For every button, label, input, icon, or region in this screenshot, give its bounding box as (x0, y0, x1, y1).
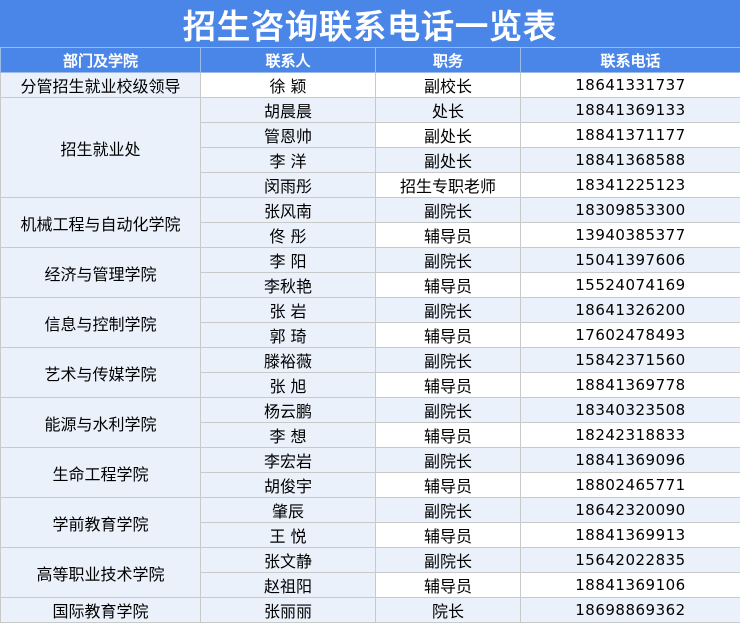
contact-table: 部门及学院 联系人 职务 联系电话 分管招生就业校级领导徐 颖副校长 186413… (0, 47, 740, 623)
table-row: 招生就业处 胡晨晨 处长 18841369133 (0, 97, 740, 198)
position-cell: 副院长 (375, 347, 521, 373)
department-cell: 高等职业技术学院 (0, 547, 201, 598)
table-row: 能源与水利学院 杨云鹏 副院长 18340323508 (0, 397, 740, 448)
position-cell: 招生专职老师 (375, 172, 521, 198)
phone-cell: 15041397606 (520, 247, 740, 273)
contact-name-cell: 张风南 (200, 197, 376, 223)
position-cell: 辅导员 (375, 522, 521, 548)
contact-name-cell: 张 岩 (200, 297, 376, 323)
position-cell: 副校长 (375, 72, 521, 98)
phone-cell: 18242318833 (520, 422, 740, 448)
header-contact: 联系人 (200, 47, 376, 73)
department-cell: 能源与水利学院 (0, 397, 201, 448)
position-cell: 辅导员 (375, 272, 521, 298)
contact-name-cell: 李秋艳 (200, 272, 376, 298)
contact-name-cell: 胡俊宇 (200, 472, 376, 498)
table-row: 信息与控制学院张 岩副院长 18641326200 (0, 297, 740, 348)
table-row: 生命工程学院 李宏岩 副院长 18841369096 (0, 447, 740, 498)
department-cell: 生命工程学院 (0, 447, 201, 498)
position-cell: 处长 (375, 97, 521, 123)
contact-name-cell: 李 阳 (200, 247, 376, 273)
contact-name-cell: 李 想 (200, 422, 376, 448)
contact-name-cell: 郭 琦 (200, 322, 376, 348)
phone-cell: 18841369106 (520, 572, 740, 598)
contact-name-cell: 管恩帅 (200, 122, 376, 148)
header-phone: 联系电话 (520, 47, 740, 73)
phone-cell: 18641326200 (520, 297, 740, 323)
department-cell: 信息与控制学院 (0, 297, 201, 348)
phone-cell: 18841369778 (520, 372, 740, 398)
position-cell: 副院长 (375, 447, 521, 473)
phone-cell: 15524074169 (520, 272, 740, 298)
contact-name-cell: 肇辰 (200, 497, 376, 523)
phone-cell: 18841369133 (520, 97, 740, 123)
position-cell: 副院长 (375, 497, 521, 523)
page-title: 招生咨询联系电话一览表 (0, 0, 740, 48)
table-row: 经济与管理学院李 阳副院长 15041397606 (0, 247, 740, 298)
contact-name-cell: 李 洋 (200, 147, 376, 173)
contact-name-cell: 李宏岩 (200, 447, 376, 473)
position-cell: 辅导员 (375, 322, 521, 348)
position-cell: 副院长 (375, 297, 521, 323)
phone-cell: 18841371177 (520, 122, 740, 148)
contact-name-cell: 王 悦 (200, 522, 376, 548)
position-cell: 副院长 (375, 247, 521, 273)
phone-cell: 13940385377 (520, 222, 740, 248)
department-cell: 招生就业处 (0, 97, 201, 198)
position-cell: 副院长 (375, 197, 521, 223)
position-cell: 辅导员 (375, 222, 521, 248)
header-position: 职务 (375, 47, 521, 73)
position-cell: 副处长 (375, 147, 521, 173)
contact-name-cell: 胡晨晨 (200, 97, 376, 123)
phone-cell: 18341225123 (520, 172, 740, 198)
table-row: 机械工程与自动化学院 张风南 副院长 18309853300 (0, 197, 740, 248)
table-row: 高等职业技术学院 张文静 副院长 15642022835 (0, 547, 740, 598)
position-cell: 辅导员 (375, 422, 521, 448)
table-row: 国际教育学院 张丽丽 院长 18698869362 (0, 597, 740, 623)
phone-cell: 18641331737 (520, 72, 740, 98)
phone-cell: 18841369096 (520, 447, 740, 473)
table-row: 艺术与传媒学院 滕裕薇 副院长 15842371560 (0, 347, 740, 398)
department-cell: 机械工程与自动化学院 (0, 197, 201, 248)
phone-cell: 18642320090 (520, 497, 740, 523)
table-row: 学前教育学院 肇辰 副院长 18642320090 (0, 497, 740, 548)
phone-cell: 18698869362 (520, 597, 740, 623)
phone-cell: 18802465771 (520, 472, 740, 498)
contact-name-cell: 张 旭 (200, 372, 376, 398)
contact-name-cell: 闵雨彤 (200, 172, 376, 198)
position-cell: 院长 (375, 597, 521, 623)
contact-name-cell: 赵祖阳 (200, 572, 376, 598)
phone-cell: 17602478493 (520, 322, 740, 348)
table-row: 分管招生就业校级领导徐 颖副校长 18641331737 (0, 72, 740, 98)
department-cell: 学前教育学院 (0, 497, 201, 548)
contact-name-cell: 徐 颖 (200, 72, 376, 98)
contact-name-cell: 张文静 (200, 547, 376, 573)
position-cell: 副院长 (375, 397, 521, 423)
position-cell: 辅导员 (375, 372, 521, 398)
contact-sheet: 招生咨询联系电话一览表 部门及学院 联系人 职务 联系电话 分管招生就业校级领导… (0, 0, 740, 623)
phone-cell: 15642022835 (520, 547, 740, 573)
position-cell: 副院长 (375, 547, 521, 573)
phone-cell: 15842371560 (520, 347, 740, 373)
phone-cell: 18309853300 (520, 197, 740, 223)
phone-cell: 18841369913 (520, 522, 740, 548)
phone-cell: 18841368588 (520, 147, 740, 173)
department-cell: 国际教育学院 (0, 597, 201, 623)
phone-cell: 18340323508 (520, 397, 740, 423)
department-cell: 分管招生就业校级领导 (0, 72, 201, 98)
contact-name-cell: 滕裕薇 (200, 347, 376, 373)
position-cell: 副处长 (375, 122, 521, 148)
header-department: 部门及学院 (0, 47, 201, 73)
contact-name-cell: 佟 彤 (200, 222, 376, 248)
header-row: 部门及学院 联系人 职务 联系电话 (0, 47, 740, 73)
contact-name-cell: 杨云鹏 (200, 397, 376, 423)
position-cell: 辅导员 (375, 572, 521, 598)
position-cell: 辅导员 (375, 472, 521, 498)
table-body: 分管招生就业校级领导徐 颖副校长 18641331737 招生就业处 胡晨晨 处长 188… (0, 72, 740, 623)
department-cell: 经济与管理学院 (0, 247, 201, 298)
contact-name-cell: 张丽丽 (200, 597, 376, 623)
department-cell: 艺术与传媒学院 (0, 347, 201, 398)
